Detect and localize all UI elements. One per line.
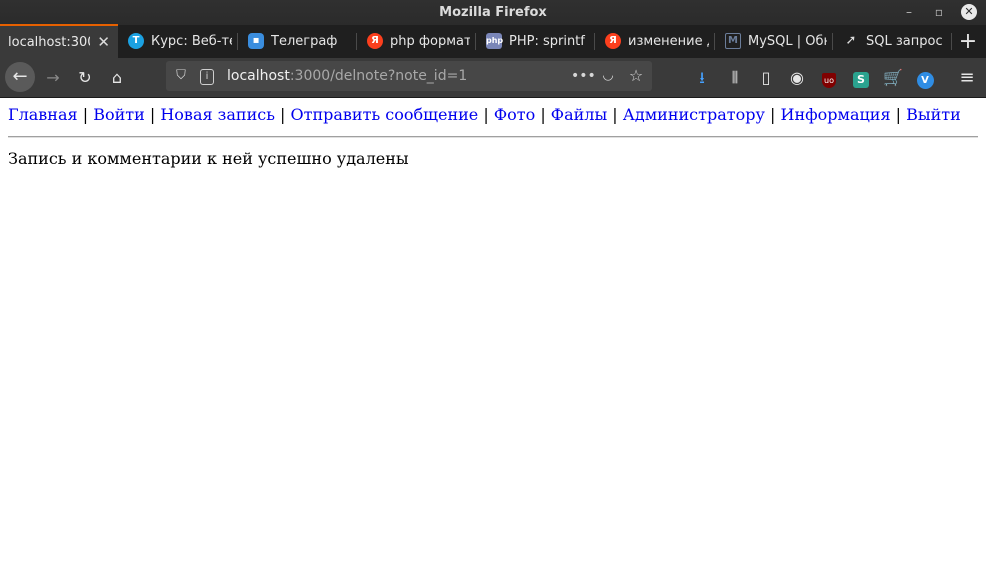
window-title: Mozilla Firefox (439, 5, 547, 20)
download-icon[interactable]: ⭳ (688, 64, 716, 92)
nav-link-home[interactable]: Главная (8, 105, 78, 124)
bookmark-star-icon[interactable]: ☆ (627, 67, 645, 85)
tab-label: SQL запрос (866, 34, 943, 49)
tab-php-sprintf[interactable]: php PHP: sprintf (476, 25, 595, 58)
v-extension-icon[interactable]: V (911, 64, 939, 92)
tab-label: изменение даты (628, 34, 709, 49)
home-icon[interactable]: ⌂ (103, 64, 131, 92)
yandex-favicon-icon: Я (605, 33, 621, 49)
nav-separator: | (280, 105, 286, 124)
cart-icon[interactable]: 🛒 (879, 64, 907, 92)
nav-link-photo[interactable]: Фото (494, 105, 535, 124)
menu-icon[interactable]: ≡ (953, 64, 981, 92)
url-bar[interactable]: ⛉ i localhost:3000/delnote?note_id=1 •••… (166, 61, 652, 91)
tab-close-icon[interactable]: ✕ (97, 26, 110, 59)
site-nav: Главная | Войти | Новая запись | Отправи… (8, 104, 978, 125)
nav-link-login[interactable]: Войти (93, 105, 145, 124)
mysql-favicon-icon: M (725, 33, 741, 49)
tab-sql-query[interactable]: ➚ SQL запрос (833, 25, 952, 58)
ublock-icon[interactable]: uo (815, 64, 843, 92)
new-tab-button[interactable]: + (956, 25, 980, 58)
url-text[interactable]: localhost:3000/delnote?note_id=1 (227, 61, 467, 91)
status-message: Запись и комментарии к ней успешно удале… (8, 149, 409, 168)
course-favicon-icon: T (128, 33, 144, 49)
minimize-icon[interactable]: – (901, 4, 917, 20)
info-icon[interactable]: i (200, 69, 214, 85)
tab-label: PHP: sprintf (509, 34, 585, 49)
tab-label: localhost:3000/delnote?note_id=1 (8, 35, 90, 50)
nav-separator: | (483, 105, 489, 124)
forward-arrow-icon[interactable]: → (39, 64, 67, 92)
tab-date-change[interactable]: Я изменение даты (595, 25, 715, 58)
nav-separator: | (540, 105, 546, 124)
tab-localhost[interactable]: localhost:3000/delnote?note_id=1 ✕ (0, 24, 118, 60)
nav-separator: | (82, 105, 89, 124)
tab-mysql[interactable]: M MySQL | Обновление (715, 25, 833, 58)
sidebar-icon[interactable]: ▯ (752, 64, 780, 92)
shield-icon[interactable]: ⛉ (172, 67, 190, 85)
page-actions-more-icon[interactable]: ••• (571, 67, 596, 85)
nav-link-new-note[interactable]: Новая запись (160, 105, 275, 124)
chat-favicon-icon: ▪ (248, 33, 264, 49)
nav-link-logout[interactable]: Выйти (906, 105, 961, 124)
s-extension-icon[interactable]: S (847, 64, 875, 92)
close-icon[interactable]: ✕ (961, 4, 977, 20)
nav-separator: | (612, 105, 618, 124)
nav-separator: | (149, 105, 156, 124)
library-icon[interactable]: ⫼ (721, 64, 749, 92)
tab-label: Телеграф (271, 34, 338, 49)
nav-separator: | (770, 105, 776, 124)
php-favicon-icon: php (486, 33, 503, 49)
maximize-icon[interactable]: ▫ (931, 4, 947, 20)
tab-course[interactable]: T Курс: Веб-технологии (118, 25, 238, 58)
tab-php-format[interactable]: Я php формат (357, 25, 476, 58)
window-titlebar: Mozilla Firefox – ▫ ✕ (0, 0, 986, 25)
nav-link-send-message[interactable]: Отправить сообщение (291, 105, 479, 124)
globe-icon[interactable]: ◉ (783, 64, 811, 92)
reload-icon[interactable]: ↻ (71, 64, 99, 92)
nav-link-admin[interactable]: Администратору (623, 105, 765, 124)
page-content: Главная | Войти | Новая запись | Отправи… (8, 97, 978, 169)
nav-separator: | (895, 105, 902, 124)
back-arrow-icon[interactable]: ← (5, 62, 35, 92)
pocket-icon[interactable]: ◡ (599, 67, 617, 85)
tab-label: MySQL | Обновление (748, 34, 827, 49)
nav-link-info[interactable]: Информация (780, 105, 890, 124)
url-path: :3000/delnote?note_id=1 (289, 68, 468, 84)
url-host: localhost (227, 68, 290, 84)
yandex-favicon-icon: Я (367, 33, 383, 49)
tab-bar: localhost:3000/delnote?note_id=1 ✕ T Кур… (0, 24, 986, 60)
nav-link-files[interactable]: Файлы (551, 105, 607, 124)
tab-label: Курс: Веб-технологии (151, 34, 232, 49)
tab-label: php формат (390, 34, 470, 49)
rocket-favicon-icon: ➚ (845, 33, 857, 48)
divider (8, 136, 978, 138)
navigation-toolbar: ← → ↻ ⌂ ⛉ i localhost:3000/delnote?note_… (0, 58, 986, 98)
tab-telegraph[interactable]: ▪ Телеграф (238, 25, 357, 58)
